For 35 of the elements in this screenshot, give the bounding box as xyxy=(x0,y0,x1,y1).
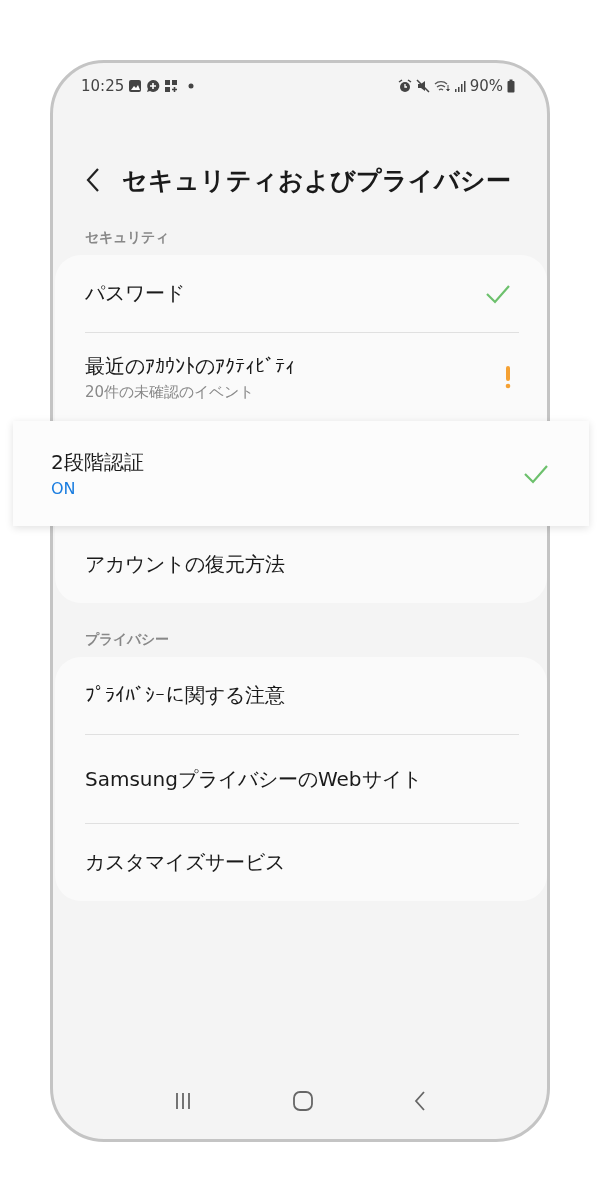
grid-icon xyxy=(164,79,179,93)
settings-row[interactable]: ﾌﾟﾗｲﾊﾞｼｰに関する注意 xyxy=(85,657,519,734)
settings-row[interactable]: カスタマイズサービス xyxy=(85,823,519,901)
mute-icon xyxy=(415,79,430,93)
settings-row[interactable]: SamsungプライバシーのWebサイト xyxy=(85,734,519,823)
wifi-icon xyxy=(433,79,450,93)
settings-row[interactable]: 2段階認証 ON xyxy=(13,421,589,526)
back-nav-icon[interactable] xyxy=(413,1090,428,1112)
row-subtitle: 20件の未確認のイベント xyxy=(85,382,256,402)
row-title: SamsungプライバシーのWebサイト xyxy=(85,765,422,793)
row-value: ON xyxy=(51,479,77,498)
home-icon[interactable] xyxy=(292,1090,314,1112)
row-title: パスワード xyxy=(85,280,185,307)
signal-icon xyxy=(453,79,466,93)
warning-icon xyxy=(505,365,511,389)
row-title: カスタマイズサービス xyxy=(85,849,285,876)
image-icon xyxy=(128,79,143,93)
row-title: 最近のｱｶｳﾝﾄのｱｸﾃｨﾋﾞﾃｨ xyxy=(85,352,295,380)
page-title: セキュリティおよびプライバシー xyxy=(122,164,511,197)
section-header: プライバシー xyxy=(84,630,170,649)
chat-plus-icon xyxy=(146,79,161,93)
dot-icon xyxy=(188,83,195,89)
battery-level: 90% xyxy=(469,77,503,95)
back-icon[interactable] xyxy=(86,167,100,193)
settings-row[interactable]: パスワード xyxy=(85,255,519,332)
section-header: セキュリティ xyxy=(84,228,170,247)
check-icon xyxy=(523,463,549,484)
clock: 10:25 xyxy=(81,77,125,95)
row-title: 2段階認証 xyxy=(51,449,144,476)
battery-icon xyxy=(507,79,515,93)
row-title: ﾌﾟﾗｲﾊﾞｼｰに関する注意 xyxy=(85,682,285,709)
row-title: アカウントの復元方法 xyxy=(85,551,285,578)
alarm-icon xyxy=(397,79,412,93)
check-icon xyxy=(485,283,511,304)
settings-row[interactable]: アカウントの復元方法 xyxy=(85,526,519,603)
